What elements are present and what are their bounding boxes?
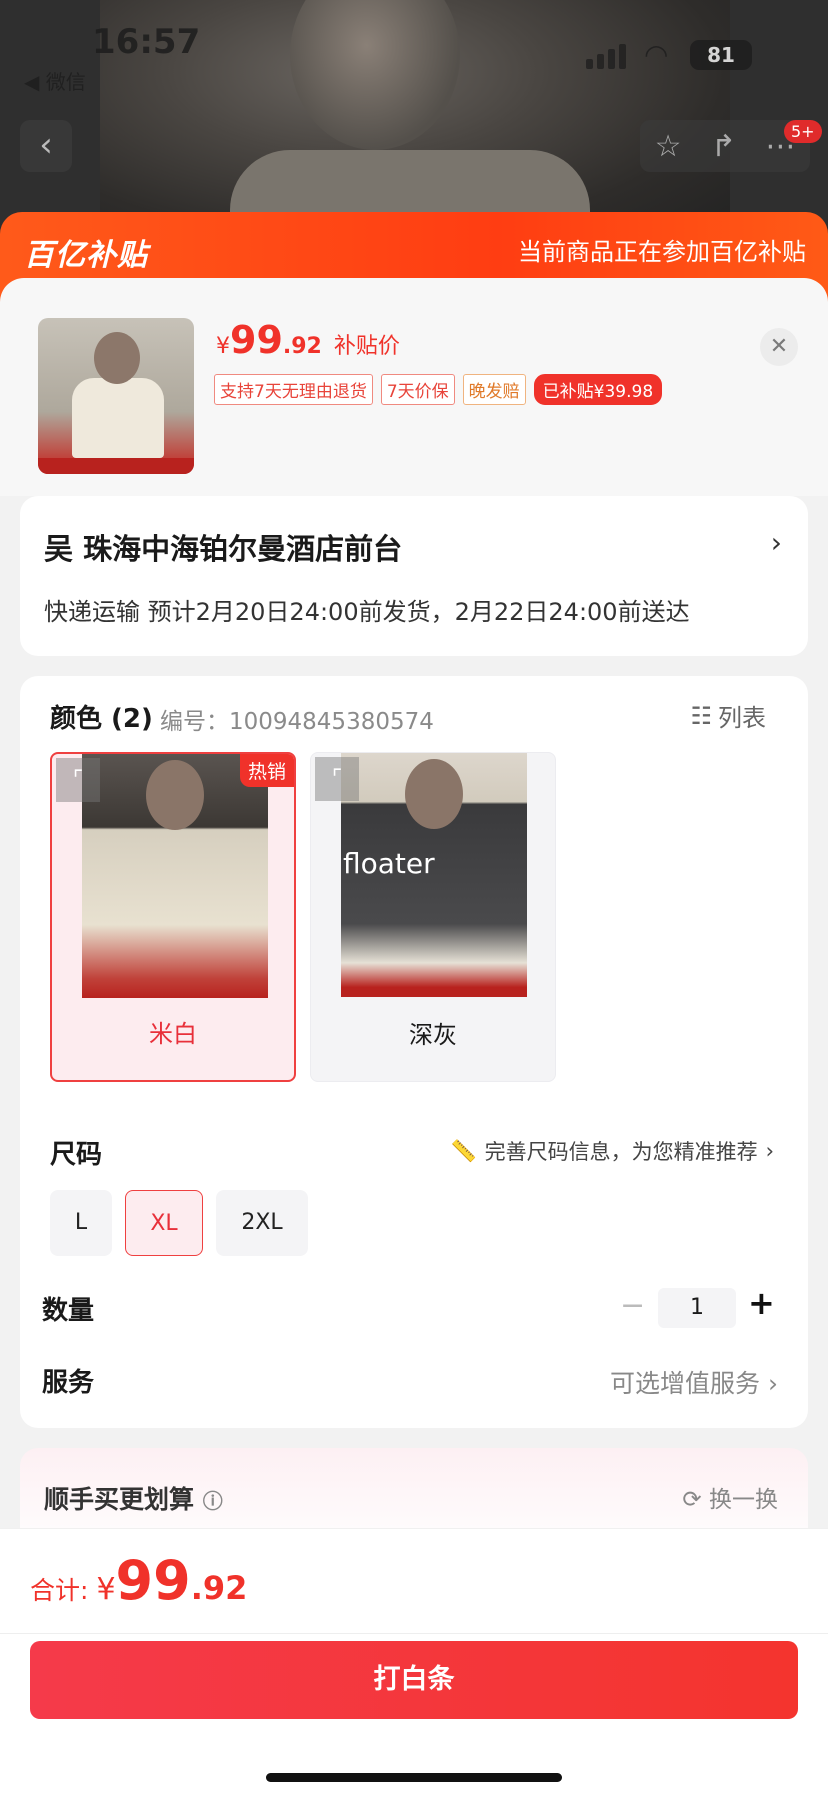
- quantity-input[interactable]: 1: [658, 1288, 736, 1328]
- signal-icon: [586, 44, 626, 69]
- size-option-l[interactable]: L: [50, 1190, 112, 1256]
- hot-sale-badge: 热销: [239, 754, 294, 787]
- pay-button[interactable]: 打白条: [30, 1641, 798, 1719]
- share-icon[interactable]: ↱: [711, 129, 736, 164]
- price-integer: 99: [230, 318, 283, 362]
- list-icon: ☷: [690, 701, 712, 730]
- product-tags: 支持7天无理由退货 7天价保 晚发赔 已补贴¥39.98: [214, 374, 663, 405]
- subsidy-logo: 百亿补贴: [24, 238, 148, 273]
- size-section-title: 尺码: [50, 1140, 103, 1170]
- service-selector[interactable]: 可选增值服务 ›: [610, 1364, 778, 1400]
- status-time: 16:57: [92, 22, 201, 62]
- color-option-image: [82, 754, 268, 998]
- thumbnail-promo-strip: [38, 458, 194, 474]
- ruler-icon: 📏: [450, 1138, 477, 1163]
- chevron-right-icon: ›: [765, 1139, 774, 1163]
- wifi-icon: ◠: [644, 38, 669, 71]
- quantity-decrease-button[interactable]: −: [620, 1288, 645, 1323]
- info-icon[interactable]: ⓘ: [203, 1489, 223, 1513]
- home-indicator[interactable]: [266, 1773, 562, 1782]
- service-title: 服务: [42, 1368, 95, 1398]
- size-info-link[interactable]: 📏 完善尺码信息，为您精准推荐 ›: [450, 1136, 774, 1166]
- total-decimal: .92: [190, 1569, 248, 1607]
- size-option-2xl[interactable]: 2XL: [216, 1190, 308, 1256]
- refresh-icon: ⟳: [682, 1487, 702, 1513]
- total-price: 合计: ¥ 99 .92: [30, 1549, 247, 1612]
- back-to-app-link[interactable]: ◀ 微信: [24, 66, 86, 95]
- size-option-xl[interactable]: XL: [125, 1190, 203, 1256]
- close-icon: ✕: [769, 334, 789, 359]
- favorite-star-icon[interactable]: ☆: [655, 129, 682, 164]
- refresh-button[interactable]: ⟳ 换一换: [682, 1480, 778, 1514]
- tag-late-compensation: 晚发赔: [462, 374, 526, 405]
- size-hint-text: 完善尺码信息，为您精准推荐: [484, 1140, 758, 1164]
- refresh-label: 换一换: [709, 1487, 778, 1513]
- color-section-title: 颜色 (2): [50, 704, 153, 734]
- thumbnail-head-shape: [94, 332, 140, 384]
- thumbnail-sweater-shape: [72, 378, 164, 458]
- total-label: 合计:: [30, 1576, 89, 1605]
- sku-number: 编号：10094845380574: [160, 709, 434, 735]
- recommend-title: 顺手买更划算 ⓘ: [44, 1480, 223, 1516]
- list-view-toggle[interactable]: ☷ 列表: [690, 698, 766, 733]
- price-decimal: .92: [282, 334, 322, 359]
- list-toggle-label: 列表: [718, 704, 766, 732]
- price-label: 补贴价: [333, 334, 400, 359]
- expand-image-icon[interactable]: ⌜: [56, 758, 100, 802]
- subsidy-banner-text: 当前商品正在参加百亿补贴: [518, 238, 806, 266]
- chevron-right-icon: ›: [770, 526, 782, 559]
- color-option-label: 深灰: [409, 1021, 457, 1049]
- service-value: 可选增值服务: [610, 1369, 761, 1398]
- recommend-title-text: 顺手买更划算: [44, 1485, 195, 1514]
- address-name: 吴 珠海中海铂尔曼酒店前台: [44, 532, 403, 566]
- product-thumbnail[interactable]: [38, 318, 194, 474]
- model-head-shape: [146, 760, 204, 830]
- total-integer: 99: [115, 1549, 191, 1612]
- total-currency: ¥: [96, 1572, 116, 1607]
- battery-icon: 81: [690, 40, 752, 70]
- address-card[interactable]: 吴 珠海中海铂尔曼酒店前台 › 快递运输 预计2月20日24:00前发货，2月2…: [20, 496, 808, 656]
- back-button[interactable]: ‹: [20, 120, 72, 172]
- color-option-label: 米白: [149, 1020, 197, 1048]
- spec-card: 颜色 (2) 编号：10094845380574 ☷ 列表 ⌜ 热销 米白 ⌜ …: [20, 676, 808, 1428]
- tag-return-policy: 支持7天无理由退货: [214, 374, 373, 405]
- tag-subsidized: 已补贴¥39.98: [533, 374, 663, 405]
- tag-price-protect: 7天价保: [380, 374, 455, 405]
- quantity-title: 数量: [42, 1296, 95, 1326]
- subsidy-price: ¥ 99 .92 补贴价: [216, 318, 400, 362]
- color-option-cream[interactable]: ⌜ 热销 米白: [50, 752, 296, 1082]
- color-option-dark-gray[interactable]: ⌜ floater 深灰: [310, 752, 556, 1082]
- price-currency: ¥: [216, 334, 230, 359]
- model-head-shape: [405, 759, 463, 829]
- status-bar: 16:57 ◀ 微信 ◠ 81: [0, 0, 828, 110]
- shipping-estimate: 快递运输 预计2月20日24:00前发货，2月22日24:00前送达: [44, 598, 690, 626]
- expand-image-icon[interactable]: ⌜: [315, 757, 359, 801]
- footer-divider: [0, 1633, 828, 1634]
- message-badge: 5+: [784, 120, 822, 143]
- quantity-increase-button[interactable]: +: [748, 1284, 775, 1322]
- floater-overlay-text: floater: [343, 847, 435, 880]
- close-sheet-button[interactable]: ✕: [760, 328, 798, 366]
- chevron-right-icon: ›: [768, 1369, 778, 1398]
- checkout-footer: 合计: ¥ 99 .92 打白条: [0, 1528, 828, 1795]
